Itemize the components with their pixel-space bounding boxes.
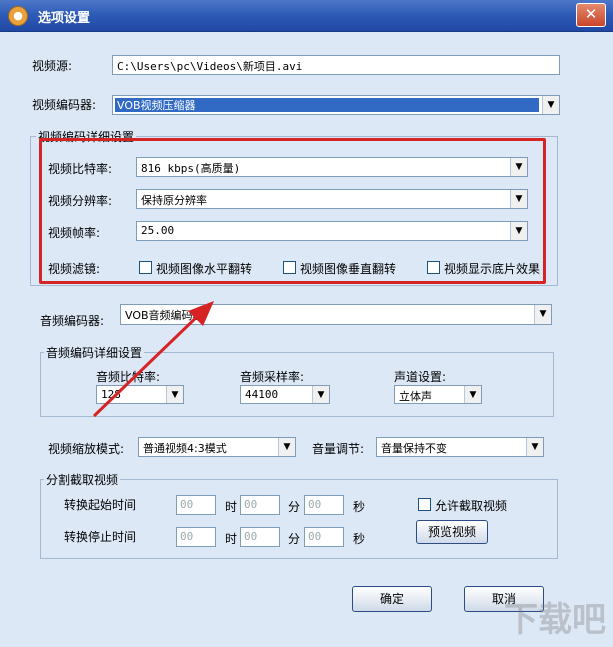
- stop-minute-input[interactable]: 00: [240, 527, 280, 547]
- scale-mode-select[interactable]: 普通视频4:3模式 ▼: [138, 437, 296, 457]
- start-hour-unit: 时: [225, 500, 238, 514]
- stop-second-unit: 秒: [353, 532, 366, 546]
- volume-value: 音量保持不变: [381, 442, 447, 455]
- chevron-down-icon[interactable]: ▼: [312, 386, 329, 403]
- chevron-down-icon[interactable]: ▼: [278, 438, 295, 456]
- volume-label: 音量调节:: [312, 442, 365, 456]
- start-second-unit: 秒: [353, 500, 366, 514]
- audio-samplerate-label: 音频采样率:: [240, 370, 305, 384]
- highlight-box: [39, 138, 546, 284]
- allow-split-label: 允许截取视频: [435, 499, 508, 513]
- chevron-down-icon[interactable]: ▼: [534, 305, 551, 324]
- split-title: 分割截取视频: [44, 471, 121, 488]
- chevron-down-icon[interactable]: ▼: [526, 438, 543, 456]
- video-encoder-value: VOB视频压缩器: [115, 98, 539, 112]
- close-icon: ✕: [584, 5, 598, 23]
- stop-minute-unit: 分: [288, 532, 301, 546]
- video-encoder-label: 视频编码器:: [32, 98, 97, 112]
- audio-channel-label: 声道设置:: [394, 370, 447, 384]
- annotation-arrow: [92, 301, 214, 418]
- start-hour-input[interactable]: 00: [176, 495, 216, 515]
- watermark: 下载吧: [504, 600, 606, 640]
- app-icon: ●: [8, 6, 28, 26]
- stop-hour-unit: 时: [225, 532, 238, 546]
- start-time-label: 转换起始时间: [64, 498, 137, 512]
- ok-button[interactable]: 确定: [352, 586, 432, 612]
- volume-select[interactable]: 音量保持不变 ▼: [376, 437, 544, 457]
- video-source-label: 视频源:: [32, 59, 73, 73]
- stop-hour-input[interactable]: 00: [176, 527, 216, 547]
- audio-channel-select[interactable]: 立体声 ▼: [394, 385, 482, 404]
- stop-time-label: 转换停止时间: [64, 530, 137, 544]
- chevron-down-icon[interactable]: ▼: [542, 96, 559, 114]
- audio-samplerate-value: 44100: [245, 388, 279, 401]
- split-group: [40, 479, 558, 559]
- allow-split-checkbox[interactable]: [418, 498, 431, 511]
- stop-second-input[interactable]: 00: [304, 527, 344, 547]
- audio-samplerate-select[interactable]: 44100 ▼: [240, 385, 330, 404]
- title-bar[interactable]: [0, 0, 613, 32]
- chevron-down-icon[interactable]: ▼: [464, 386, 481, 403]
- window-title: 选项设置: [38, 11, 91, 26]
- video-encoder-select[interactable]: VOB视频压缩器 ▼: [112, 95, 560, 115]
- audio-channel-value: 立体声: [399, 390, 432, 403]
- scale-mode-label: 视频缩放模式:: [48, 442, 125, 456]
- scale-mode-value: 普通视频4:3模式: [143, 442, 227, 455]
- preview-video-button[interactable]: 预览视频: [416, 520, 488, 544]
- close-button[interactable]: ✕: [576, 3, 606, 27]
- start-second-input[interactable]: 00: [304, 495, 344, 515]
- video-source-field[interactable]: C:\Users\pc\Videos\新项目.avi: [112, 55, 560, 75]
- start-minute-unit: 分: [288, 500, 301, 514]
- start-minute-input[interactable]: 00: [240, 495, 280, 515]
